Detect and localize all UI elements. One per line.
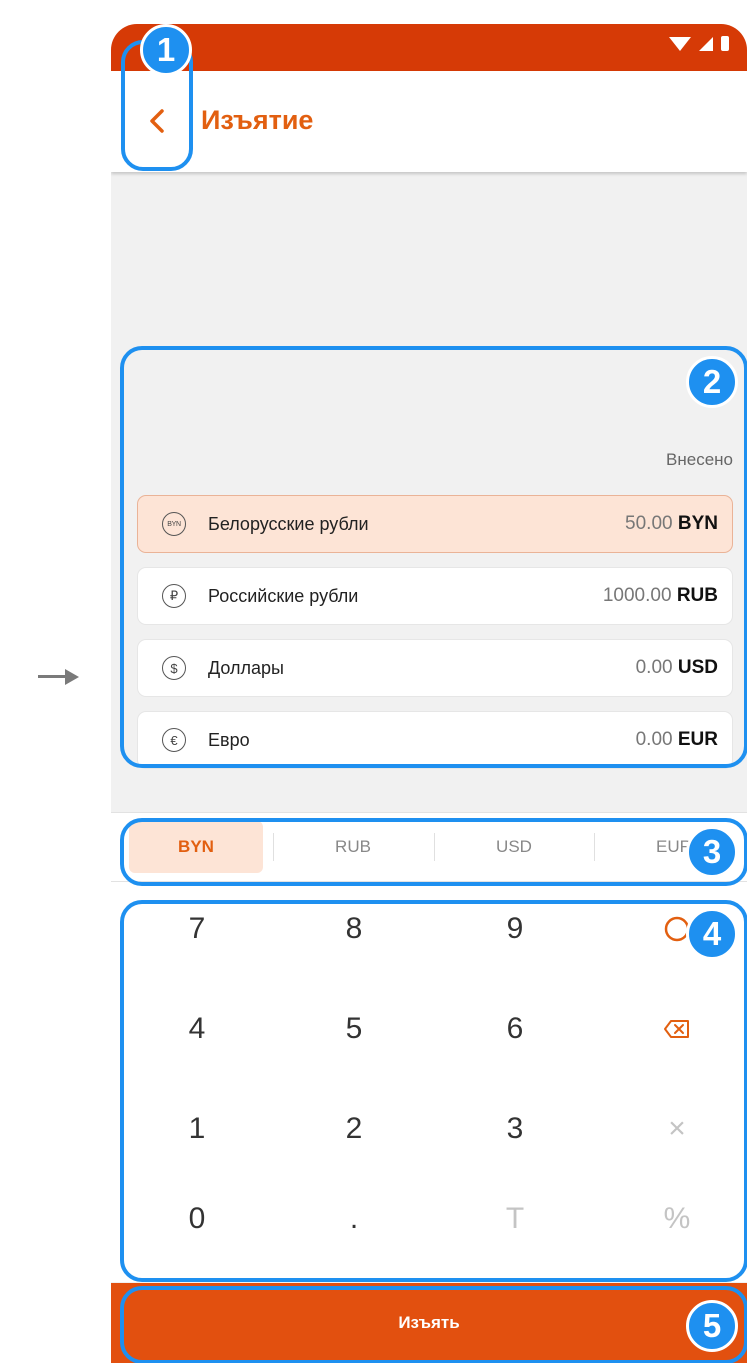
app-bar: Изъятие (111, 71, 747, 172)
page-title: Изъятие (201, 105, 314, 135)
status-bar (111, 24, 747, 71)
callout-badge-2: 2 (686, 356, 738, 408)
callout-frame-3 (120, 818, 747, 886)
callout-badge-4: 4 (686, 908, 738, 960)
callout-frame-2 (120, 346, 747, 768)
callout-frame-4 (120, 900, 747, 1282)
callout-frame-5 (120, 1286, 747, 1363)
screen: Изъятие Внесено BYN Белорусские рубли 50… (0, 0, 747, 1363)
callout-badge-3: 3 (686, 826, 738, 878)
battery-icon (721, 36, 729, 51)
callout-badge-1: 1 (140, 24, 192, 76)
callout-badge-5: 5 (686, 1300, 738, 1352)
pointer-arrow-icon (38, 669, 80, 685)
signal-icon (699, 36, 713, 51)
wifi-icon (669, 36, 691, 51)
